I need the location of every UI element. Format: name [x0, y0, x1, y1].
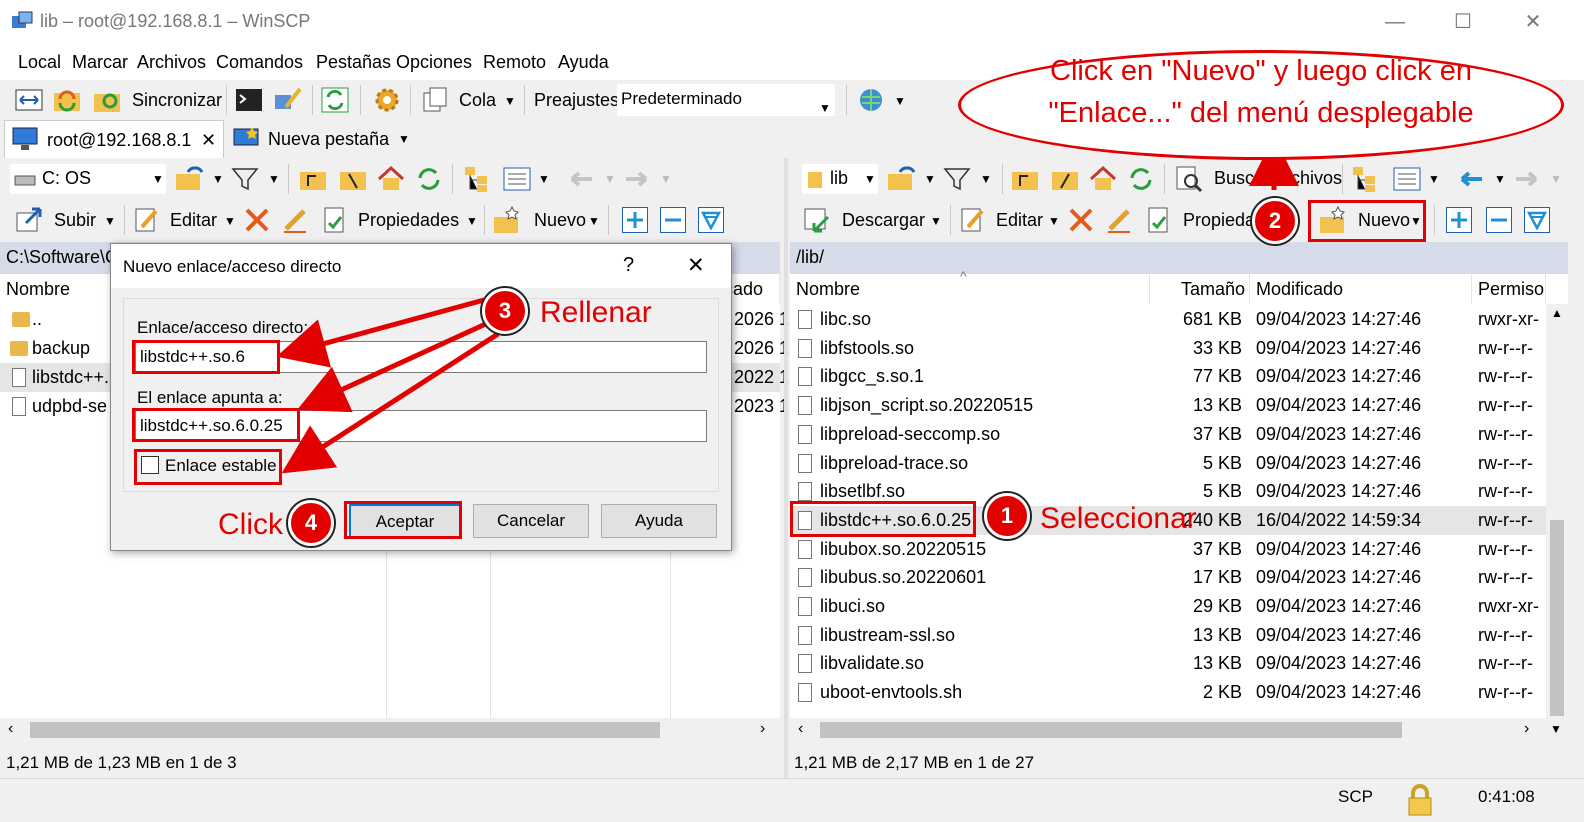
step-3-badge: 3	[482, 288, 528, 334]
step-2-badge: 2	[1252, 198, 1298, 244]
callout-line-1: Click en "Nuevo" y luego click en	[1050, 55, 1472, 87]
step-4-badge: 4	[288, 500, 334, 546]
step-1-badge: 1	[984, 493, 1030, 539]
step-4-text: Click	[218, 508, 283, 541]
instruction-callout: Click en "Nuevo" y luego click en "Enlac…	[958, 50, 1564, 160]
callout-line-2: "Enlace..." del menú desplegable	[1048, 97, 1474, 129]
step-1-text: Seleccionar	[1040, 502, 1197, 535]
step-3-text: Rellenar	[540, 296, 652, 329]
